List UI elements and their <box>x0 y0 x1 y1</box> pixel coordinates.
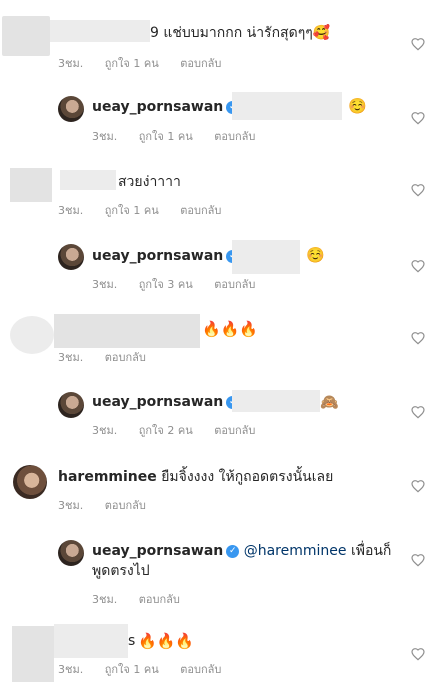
avatar[interactable] <box>58 392 84 418</box>
comment-text: สวยง่าาาา <box>118 174 181 190</box>
reply-button[interactable]: ตอบกลับ <box>105 499 146 512</box>
avatar[interactable] <box>58 540 84 566</box>
comment-body: haremminee ยืมจิ้งงงง ให้กูถอดตรงนั้นเลย <box>58 468 333 486</box>
comment-emoji: ☺️ <box>348 97 367 115</box>
username[interactable]: haremminee <box>58 469 157 485</box>
blurred-text <box>232 92 342 120</box>
blurred-avatar <box>10 316 54 354</box>
comment-emoji: 🙈 <box>320 393 339 411</box>
comment-meta: 3ชม. ถูกใจ 1 คน ตอบกลับ <box>58 201 239 219</box>
reply-button[interactable]: ตอบกลับ <box>214 278 255 291</box>
heart-outline-icon[interactable] <box>410 36 426 52</box>
comment-time: 3ชม. <box>92 424 118 437</box>
reply-header: ueay_pornsawan✓ <box>92 247 240 265</box>
reply-button[interactable]: ตอบกลับ <box>180 204 221 217</box>
comment-time: 3ชม. <box>58 663 84 676</box>
avatar[interactable] <box>58 244 84 270</box>
comment-text-continued: พูดตรงไป <box>92 563 150 579</box>
reply-button[interactable]: ตอบกลับ <box>105 351 146 364</box>
comment-likes[interactable]: ถูกใจ 1 คน <box>105 57 159 70</box>
comment-emoji: ☺️ <box>306 246 325 264</box>
reply-button[interactable]: ตอบกลับ <box>139 593 180 606</box>
heart-outline-icon[interactable] <box>410 404 426 420</box>
reply-button[interactable]: ตอบกลับ <box>214 424 255 437</box>
comment-time: 3ชม. <box>58 57 84 70</box>
heart-outline-icon[interactable] <box>410 258 426 274</box>
blurred-username <box>60 170 116 190</box>
heart-outline-icon[interactable] <box>410 478 426 494</box>
username[interactable]: ueay_pornsawan <box>92 99 223 115</box>
comment-time: 3ชม. <box>92 278 118 291</box>
verified-badge-icon: ✓ <box>226 544 240 558</box>
comment-time: 3ชม. <box>58 204 84 217</box>
comment-meta: 3ชม. ถูกใจ 1 คน ตอบกลับ <box>58 54 239 72</box>
username[interactable]: ueay_pornsawan <box>92 394 223 410</box>
reply-header: ueay_pornsawan✓ <box>92 98 240 116</box>
heart-outline-icon[interactable] <box>410 110 426 126</box>
reply-button[interactable]: ตอบกลับ <box>180 57 221 70</box>
comment-time: 3ชม. <box>58 351 84 364</box>
avatar[interactable] <box>13 465 47 499</box>
reply-body: ueay_pornsawan ✓ @haremminee เพื่อนก็ <box>92 542 391 560</box>
blurred-avatar <box>12 626 54 682</box>
blurred-username <box>54 624 128 658</box>
comment-emoji: 🔥🔥🔥 <box>138 632 195 650</box>
comment-time: 3ชม. <box>58 499 84 512</box>
reply-button[interactable]: ตอบกลับ <box>180 663 221 676</box>
comment-meta: 3ชม. ถูกใจ 1 คน ตอบกลับ <box>58 660 239 678</box>
avatar[interactable] <box>58 96 84 122</box>
mention-link[interactable]: @haremminee <box>244 543 347 559</box>
comment-meta: 3ชม. ตอบกลับ <box>92 590 198 608</box>
heart-outline-icon[interactable] <box>410 182 426 198</box>
blurred-username <box>50 20 150 42</box>
comment-likes[interactable]: ถูกใจ 1 คน <box>105 663 159 676</box>
comment-meta: 3ชม. ตอบกลับ <box>58 496 164 514</box>
comment-meta: 3ชม. ถูกใจ 3 คน ตอบกลับ <box>92 275 273 293</box>
comment-likes[interactable]: ถูกใจ 1 คน <box>139 130 193 143</box>
blurred-text <box>232 390 320 412</box>
heart-outline-icon[interactable] <box>410 646 426 662</box>
reply-button[interactable]: ตอบกลับ <box>214 130 255 143</box>
blurred-text <box>54 314 200 348</box>
comment-likes[interactable]: ถูกใจ 1 คน <box>105 204 159 217</box>
comment-meta: 3ชม. ถูกใจ 2 คน ตอบกลับ <box>92 421 273 439</box>
heart-outline-icon[interactable] <box>410 552 426 568</box>
username[interactable]: ueay_pornsawan <box>92 543 223 559</box>
comment-text: 9 แช่บบมากกก น่ารักสุดๆๆ🥰 <box>150 25 331 41</box>
comment-meta: 3ชม. ถูกใจ 1 คน ตอบกลับ <box>92 127 273 145</box>
comment-likes[interactable]: ถูกใจ 2 คน <box>139 424 193 437</box>
blurred-text <box>232 240 300 274</box>
blurred-avatar <box>2 16 50 56</box>
comment-likes[interactable]: ถูกใจ 3 คน <box>139 278 193 291</box>
comment-text: ยืมจิ้งงงง ให้กูถอดตรงนั้นเลย <box>161 469 334 485</box>
reply-header: ueay_pornsawan✓ <box>92 393 240 411</box>
comment-emoji: 🔥🔥🔥 <box>202 320 259 338</box>
blurred-avatar <box>10 168 52 202</box>
comment-text: เพื่อนก็ <box>350 543 392 559</box>
comment-time: 3ชม. <box>92 130 118 143</box>
username[interactable]: ueay_pornsawan <box>92 248 223 264</box>
heart-outline-icon[interactable] <box>410 330 426 346</box>
comment-text: s <box>128 633 136 649</box>
comment-meta: 3ชม. ตอบกลับ <box>58 348 164 366</box>
comment-time: 3ชม. <box>92 593 118 606</box>
